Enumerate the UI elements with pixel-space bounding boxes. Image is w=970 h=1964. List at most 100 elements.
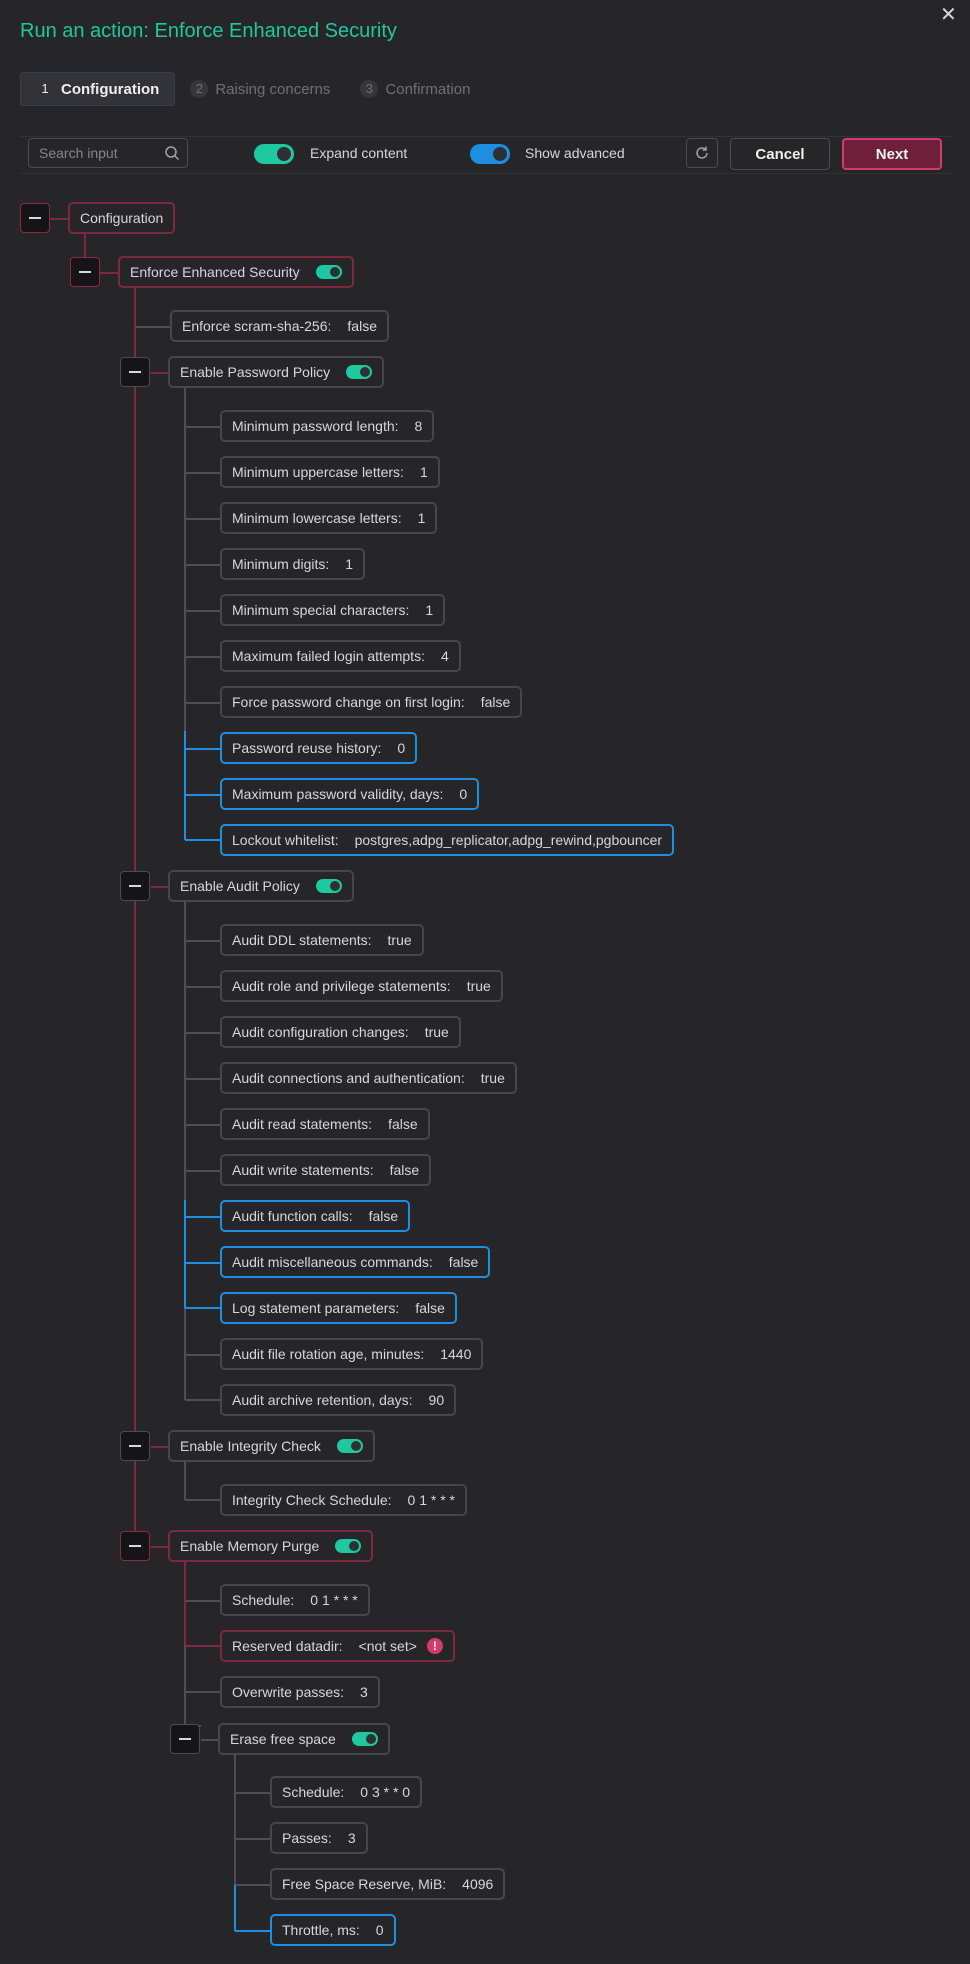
- audit-policy-field[interactable]: Audit connections and authentication: tru…: [220, 1062, 517, 1094]
- audit-policy-field[interactable]: Audit DDL statements: true: [220, 924, 424, 956]
- field-label: Overwrite passes:: [232, 1684, 345, 1700]
- field-value: false: [389, 1162, 420, 1178]
- field-value: false: [415, 1300, 445, 1316]
- enforce-scram-field[interactable]: Enforce scram-sha-256: false: [170, 310, 389, 342]
- password-policy-field[interactable]: Minimum uppercase letters: 1: [220, 456, 440, 488]
- expand-content-toggle[interactable]: [254, 144, 294, 164]
- field-value: 1: [419, 464, 428, 480]
- field-label: Force password change on first login:: [232, 694, 465, 710]
- collapse-ees-button[interactable]: [70, 257, 100, 287]
- step-configuration[interactable]: 1 Configuration: [20, 72, 176, 106]
- field-value: true: [387, 932, 412, 948]
- field-value: 4: [440, 648, 449, 664]
- tree-connector: [50, 218, 70, 220]
- audit-policy-field[interactable]: Audit role and privilege statements: true: [220, 970, 503, 1002]
- audit-policy-field[interactable]: Audit configuration changes: true: [220, 1016, 461, 1048]
- audit-policy-field[interactable]: Audit miscellaneous commands: false: [220, 1246, 491, 1278]
- audit-policy-field[interactable]: Audit function calls: false: [220, 1200, 411, 1232]
- erase-free-space-node[interactable]: Erase free space: [218, 1723, 390, 1755]
- enable-password-policy-node[interactable]: Enable Password Policy: [168, 356, 385, 388]
- field-label: Log statement parameters:: [232, 1300, 400, 1316]
- field-value: 1: [345, 556, 354, 572]
- next-button[interactable]: Next: [842, 138, 942, 170]
- tree-connector: [185, 702, 221, 704]
- configuration-node[interactable]: Configuration: [68, 202, 176, 234]
- collapse-configuration-button[interactable]: [20, 203, 50, 233]
- tree-connector: [185, 940, 221, 942]
- tree-connector: [185, 1216, 221, 1218]
- erase-free-space-field[interactable]: Free Space Reserve, MiB: 4096: [270, 1868, 506, 1900]
- collapse-erase-free-space-button[interactable]: [170, 1724, 200, 1754]
- password-policy-toggle[interactable]: [346, 365, 373, 379]
- tree-connector: [151, 372, 169, 374]
- tree-connector: [185, 564, 221, 566]
- tree-connector: [184, 1646, 186, 1726]
- enable-memory-purge-node[interactable]: Enable Memory Purge: [168, 1530, 374, 1562]
- step-raising-concerns[interactable]: 2 Raising concerns: [175, 72, 345, 106]
- password-policy-field[interactable]: Minimum digits: 1: [220, 548, 366, 580]
- cancel-button[interactable]: Cancel: [730, 138, 830, 170]
- field-value: false: [347, 318, 377, 334]
- password-policy-field[interactable]: Minimum password length: 8: [220, 410, 435, 442]
- password-policy-field[interactable]: Lockout whitelist: postgres,adpg_replicat…: [220, 824, 675, 856]
- tree-connector: [184, 1462, 186, 1500]
- erase-free-space-field[interactable]: Throttle, ms: 0: [270, 1914, 396, 1946]
- password-policy-field[interactable]: Maximum password validity, days: 0: [220, 778, 480, 810]
- audit-policy-field[interactable]: Audit file rotation age, minutes: 1440: [220, 1338, 484, 1370]
- tree-connector: [185, 1499, 221, 1501]
- field-label: Passes:: [282, 1830, 332, 1846]
- password-policy-field[interactable]: Maximum failed login attempts: 4: [220, 640, 461, 672]
- erase-free-space-field[interactable]: Passes: 3: [270, 1822, 368, 1854]
- reserved-datadir-field[interactable]: Reserved datadir: <not set> !: [220, 1630, 455, 1662]
- show-advanced-label: Show advanced: [525, 145, 625, 161]
- enforce-enhanced-security-toggle[interactable]: [315, 265, 342, 279]
- tree-connector: [151, 1546, 169, 1548]
- field-label: Minimum digits:: [232, 556, 330, 572]
- close-icon[interactable]: ✕: [940, 2, 957, 27]
- tree-connector: [185, 1399, 221, 1401]
- erase-free-space-field[interactable]: Schedule: 0 3 * * 0: [270, 1776, 423, 1808]
- step-label: Confirmation: [385, 80, 471, 98]
- memory-purge-toggle[interactable]: [335, 1539, 362, 1553]
- tree-connector: [185, 1262, 221, 1264]
- integrity-check-field[interactable]: Integrity Check Schedule: 0 1 * * *: [220, 1484, 468, 1516]
- error-icon: !: [426, 1638, 443, 1654]
- field-value: false: [388, 1116, 418, 1132]
- tree-connector: [185, 426, 221, 428]
- search-icon[interactable]: [164, 145, 180, 161]
- show-advanced-toggle[interactable]: [470, 144, 510, 164]
- field-value: 0: [459, 786, 468, 802]
- field-value: 0 1 * * *: [310, 1592, 358, 1608]
- memory-purge-field[interactable]: Overwrite passes: 3: [220, 1676, 380, 1708]
- tree-connector: [185, 1124, 221, 1126]
- field-label: Audit read statements:: [232, 1116, 373, 1132]
- step-confirmation[interactable]: 3 Confirmation: [345, 72, 485, 106]
- refresh-button[interactable]: [686, 138, 718, 168]
- audit-policy-field[interactable]: Audit archive retention, days: 90: [220, 1384, 457, 1416]
- enforce-enhanced-security-node[interactable]: Enforce Enhanced Security: [118, 256, 354, 288]
- collapse-password-policy-button[interactable]: [120, 357, 150, 387]
- collapse-integrity-check-button[interactable]: [120, 1431, 150, 1461]
- field-value: 1: [417, 510, 426, 526]
- audit-policy-toggle[interactable]: [315, 879, 342, 893]
- memory-purge-field[interactable]: Schedule: 0 1 * * *: [220, 1584, 370, 1616]
- field-label: Audit function calls:: [232, 1208, 353, 1224]
- audit-policy-field[interactable]: Audit read statements: false: [220, 1108, 430, 1140]
- enable-audit-policy-node[interactable]: Enable Audit Policy: [168, 870, 354, 902]
- password-policy-field[interactable]: Minimum special characters: 1: [220, 594, 446, 626]
- password-policy-field[interactable]: Minimum lowercase letters: 1: [220, 502, 438, 534]
- field-label: Audit file rotation age, minutes:: [232, 1346, 425, 1362]
- audit-policy-field[interactable]: Audit write statements: false: [220, 1154, 432, 1186]
- audit-policy-field[interactable]: Log statement parameters: false: [220, 1292, 457, 1324]
- search-box: [28, 138, 188, 168]
- field-label: Password reuse history:: [232, 740, 382, 756]
- collapse-memory-purge-button[interactable]: [120, 1531, 150, 1561]
- search-input[interactable]: [37, 144, 161, 162]
- password-policy-field[interactable]: Password reuse history: 0: [220, 732, 418, 764]
- password-policy-field[interactable]: Force password change on first login: fal…: [220, 686, 523, 718]
- enable-integrity-check-node[interactable]: Enable Integrity Check: [168, 1430, 375, 1462]
- erase-free-space-toggle[interactable]: [351, 1732, 378, 1746]
- tree-connector: [151, 1446, 169, 1448]
- collapse-audit-policy-button[interactable]: [120, 871, 150, 901]
- integrity-check-toggle[interactable]: [336, 1439, 363, 1453]
